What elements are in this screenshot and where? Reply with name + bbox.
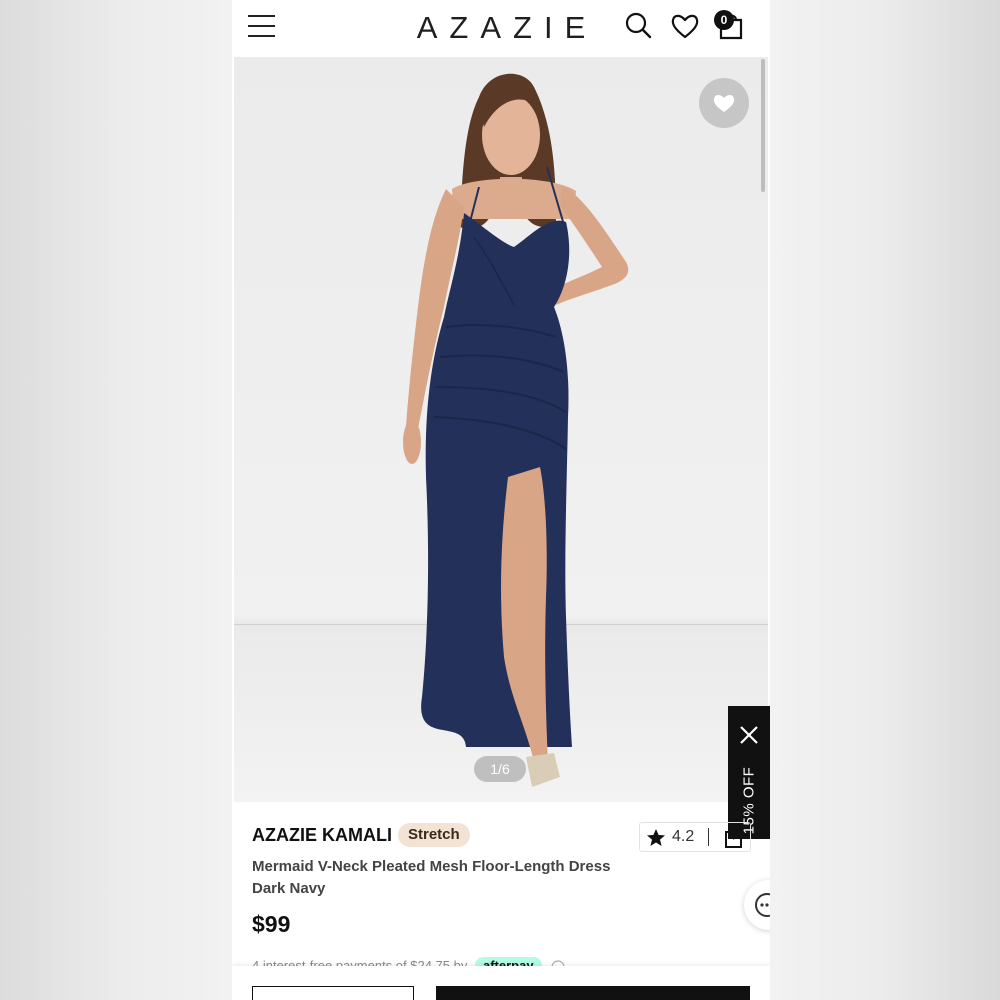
favorite-button[interactable] — [699, 78, 749, 128]
share-icon[interactable] — [724, 827, 746, 849]
product-price: $99 — [252, 911, 291, 937]
product-description: Mermaid V-Neck Pleated Mesh Floor-Length… — [252, 858, 611, 897]
close-icon[interactable] — [738, 724, 760, 746]
rating-value: 4.2 — [672, 828, 695, 845]
favorite-heart-icon — [713, 95, 735, 112]
rating-divider — [708, 828, 709, 846]
rating-box[interactable]: 4.2 — [639, 822, 751, 852]
product-name: AZAZIE KAMALI — [252, 825, 392, 845]
bottom-action-bar — [232, 966, 770, 1000]
primary-action-button[interactable] — [436, 986, 750, 1000]
cart-count-badge: 0 — [714, 10, 734, 30]
image-counter: 1/6 — [474, 756, 526, 782]
discount-promo-tab[interactable]: 15% OFF — [728, 706, 770, 839]
stretch-tag: Stretch — [398, 823, 470, 847]
chat-icon — [755, 893, 770, 917]
star-icon — [647, 829, 665, 846]
header: AZAZIE 0 — [232, 0, 770, 57]
heart-icon[interactable] — [670, 11, 700, 41]
phone-screen: AZAZIE 0 1/6 15% OFF AZAZIE KAMALI Stret… — [232, 0, 770, 1000]
search-icon[interactable] — [624, 11, 654, 41]
scrollbar[interactable] — [761, 59, 765, 192]
chat-button[interactable] — [744, 880, 770, 930]
secondary-action-button[interactable] — [252, 986, 414, 1000]
model-in-dress-image — [403, 73, 629, 787]
product-image[interactable]: 1/6 — [234, 57, 768, 802]
